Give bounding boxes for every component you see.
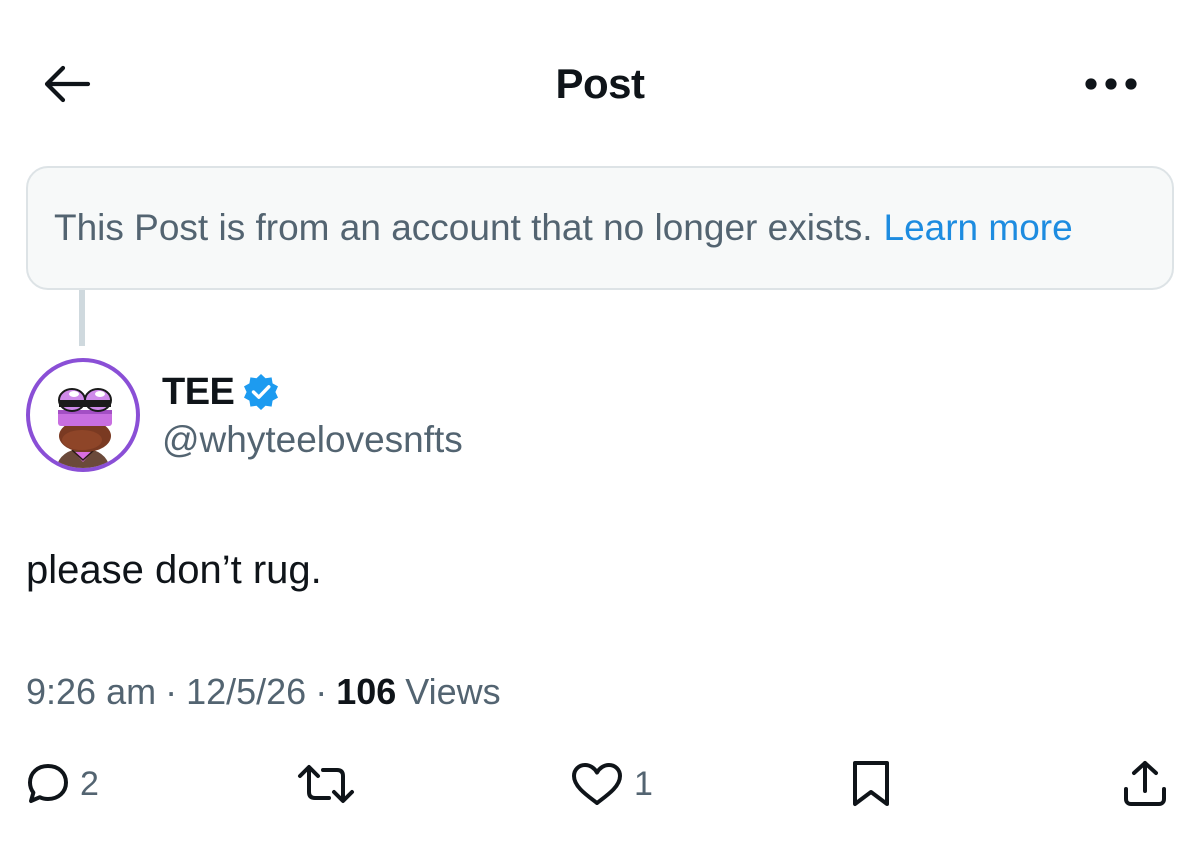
more-button[interactable]: [1076, 58, 1146, 110]
share-button[interactable]: [1120, 754, 1170, 814]
heart-icon: [572, 763, 622, 805]
repost-icon: [298, 765, 354, 803]
views-count[interactable]: 106: [336, 668, 396, 716]
avatar-image: [56, 388, 112, 468]
meta-separator: ·: [315, 671, 328, 712]
deleted-account-notice: This Post is from an account that no lon…: [26, 166, 1174, 290]
post-page: Post This Post is from an account that n…: [0, 0, 1200, 847]
post-time[interactable]: 9:26 am: [26, 668, 156, 716]
verified-badge-icon: [243, 374, 279, 410]
author-handle[interactable]: @whyteelovesnfts: [162, 418, 463, 462]
post-text: please don’t rug.: [26, 548, 322, 592]
author-name[interactable]: TEE: [162, 370, 279, 414]
page-title: Post: [555, 60, 645, 107]
reply-icon: [28, 764, 68, 803]
reply-button[interactable]: 2: [26, 754, 99, 814]
post-meta: 9:26 am · 12/5/26 · 106 Views: [26, 668, 501, 716]
author-display-name: TEE: [162, 371, 235, 413]
like-count: 1: [634, 764, 653, 803]
share-icon: [1124, 761, 1166, 806]
repost-button[interactable]: [296, 754, 356, 814]
like-button[interactable]: 1: [570, 754, 653, 814]
bookmark-icon: [853, 761, 889, 806]
learn-more-link[interactable]: Learn more: [884, 207, 1073, 249]
reply-count: 2: [80, 764, 99, 803]
thread-connector-line: [79, 290, 85, 346]
meta-separator: ·: [165, 671, 178, 712]
views-label[interactable]: Views: [405, 668, 500, 716]
bookmark-button[interactable]: [848, 754, 894, 814]
avatar[interactable]: [26, 358, 140, 472]
notice-text: This Post is from an account that no lon…: [54, 207, 873, 248]
post-date[interactable]: 12/5/26: [186, 668, 306, 716]
more-horizontal-icon: [1085, 78, 1137, 90]
